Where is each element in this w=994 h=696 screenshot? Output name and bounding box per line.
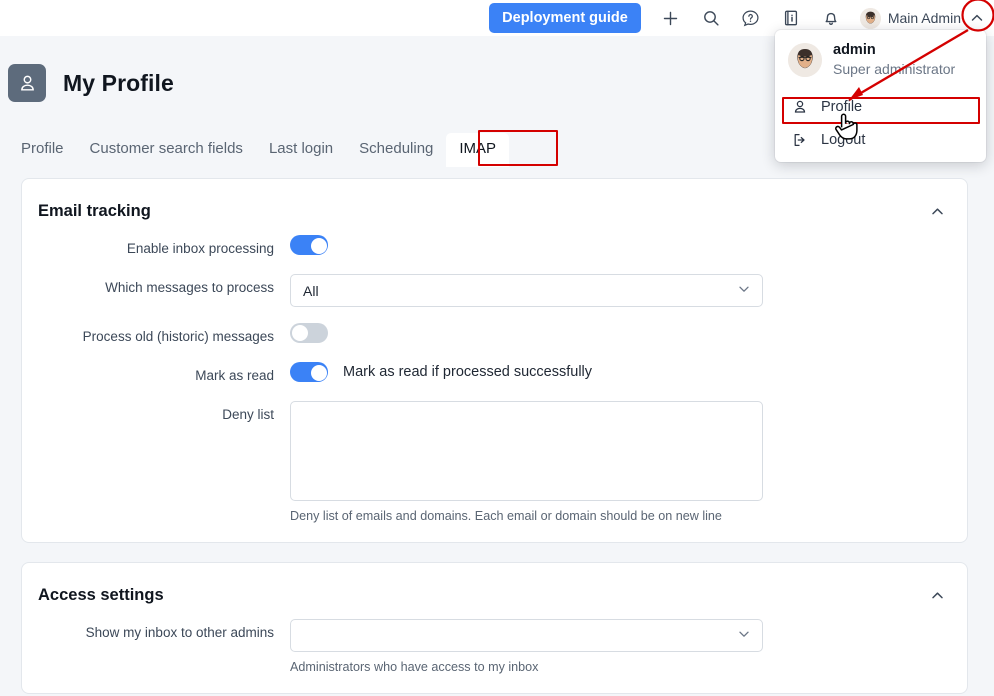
- user-name: Main Admin: [887, 10, 961, 26]
- menu-user-role: Super administrator: [833, 61, 956, 77]
- menu-user-name: admin: [833, 42, 876, 58]
- info-icon[interactable]: [776, 3, 806, 33]
- user-dropdown-menu: admin Super administrator Profile Logout: [775, 30, 986, 162]
- avatar: [788, 43, 822, 77]
- user-icon: [8, 64, 46, 102]
- help-icon[interactable]: [736, 3, 766, 33]
- toggle-mark-as-read[interactable]: [290, 362, 328, 382]
- chevron-up-icon[interactable]: [926, 200, 948, 222]
- field-deny-list: Deny list Deny list of emails and domain…: [38, 401, 951, 524]
- field-hint: Deny list of emails and domains. Each em…: [290, 509, 722, 523]
- field-process-old-messages: Process old (historic) messages: [38, 323, 951, 346]
- tab-scheduling[interactable]: Scheduling: [346, 133, 446, 167]
- menu-item-logout[interactable]: Logout: [775, 123, 986, 156]
- card-body: Show my inbox to other admins Administra…: [22, 610, 967, 693]
- user-menu-trigger[interactable]: Main Admin: [859, 7, 986, 29]
- plus-icon[interactable]: [656, 3, 686, 33]
- card-header: Email tracking: [22, 179, 967, 226]
- toggle-description: Mark as read if processed successfully: [343, 364, 593, 380]
- field-label: Show my inbox to other admins: [85, 625, 274, 640]
- field-enable-inbox-processing: Enable inbox processing: [38, 235, 951, 258]
- user-icon: [791, 98, 808, 115]
- select-which-messages-to-process[interactable]: All: [290, 274, 763, 307]
- tab-customer-search-fields[interactable]: Customer search fields: [77, 133, 256, 167]
- card-title: Email tracking: [38, 201, 151, 220]
- chevron-up-icon[interactable]: [926, 584, 948, 606]
- field-label: Process old (historic) messages: [82, 329, 274, 344]
- toggle-knob: [311, 365, 327, 381]
- field-hint: Administrators who have access to my inb…: [290, 660, 539, 674]
- card-email-tracking: Email tracking Enable inbox processing W…: [21, 178, 968, 543]
- field-label: Enable inbox processing: [126, 241, 274, 256]
- toggle-knob: [292, 325, 308, 341]
- toggle-process-old-messages[interactable]: [290, 323, 328, 343]
- field-label: Deny list: [222, 407, 274, 422]
- card-title: Access settings: [38, 585, 164, 604]
- card-access-settings: Access settings Show my inbox to other a…: [21, 562, 968, 694]
- app-root: Deployment guide Main Admin admin Super …: [0, 0, 994, 696]
- chevron-down-icon: [737, 282, 751, 299]
- menu-user-info: admin Super administrator: [775, 30, 986, 90]
- menu-item-profile[interactable]: Profile: [775, 90, 986, 123]
- field-label: Which messages to process: [105, 280, 274, 295]
- tab-last-login[interactable]: Last login: [256, 133, 346, 167]
- menu-item-label: Logout: [821, 131, 866, 148]
- card-body: Enable inbox processing Which messages t…: [22, 226, 967, 542]
- select-value: All: [303, 282, 319, 299]
- avatar: [859, 7, 881, 29]
- tab-profile[interactable]: Profile: [8, 133, 77, 167]
- toggle-enable-inbox-processing[interactable]: [290, 235, 328, 255]
- field-show-my-inbox-to-other-admins: Show my inbox to other admins Administra…: [38, 619, 951, 675]
- menu-item-label: Profile: [821, 98, 863, 115]
- card-header: Access settings: [22, 563, 967, 610]
- content-area: Email tracking Enable inbox processing W…: [0, 167, 994, 696]
- field-label: Mark as read: [195, 368, 274, 383]
- field-which-messages-to-process: Which messages to process All: [38, 274, 951, 307]
- toggle-knob: [311, 238, 327, 254]
- chevron-up-icon[interactable]: [968, 9, 986, 27]
- bell-icon[interactable]: [816, 3, 846, 33]
- select-show-my-inbox-to-other-admins[interactable]: [290, 619, 763, 652]
- field-mark-as-read: Mark as read Mark as read if processed s…: [38, 362, 951, 385]
- search-icon[interactable]: [696, 3, 726, 33]
- chevron-down-icon: [737, 627, 751, 644]
- deployment-guide-button[interactable]: Deployment guide: [489, 3, 641, 33]
- deny-list-textarea[interactable]: [290, 401, 763, 501]
- logout-icon: [791, 131, 808, 148]
- tab-imap[interactable]: IMAP: [446, 133, 510, 167]
- page-title: My Profile: [63, 69, 174, 96]
